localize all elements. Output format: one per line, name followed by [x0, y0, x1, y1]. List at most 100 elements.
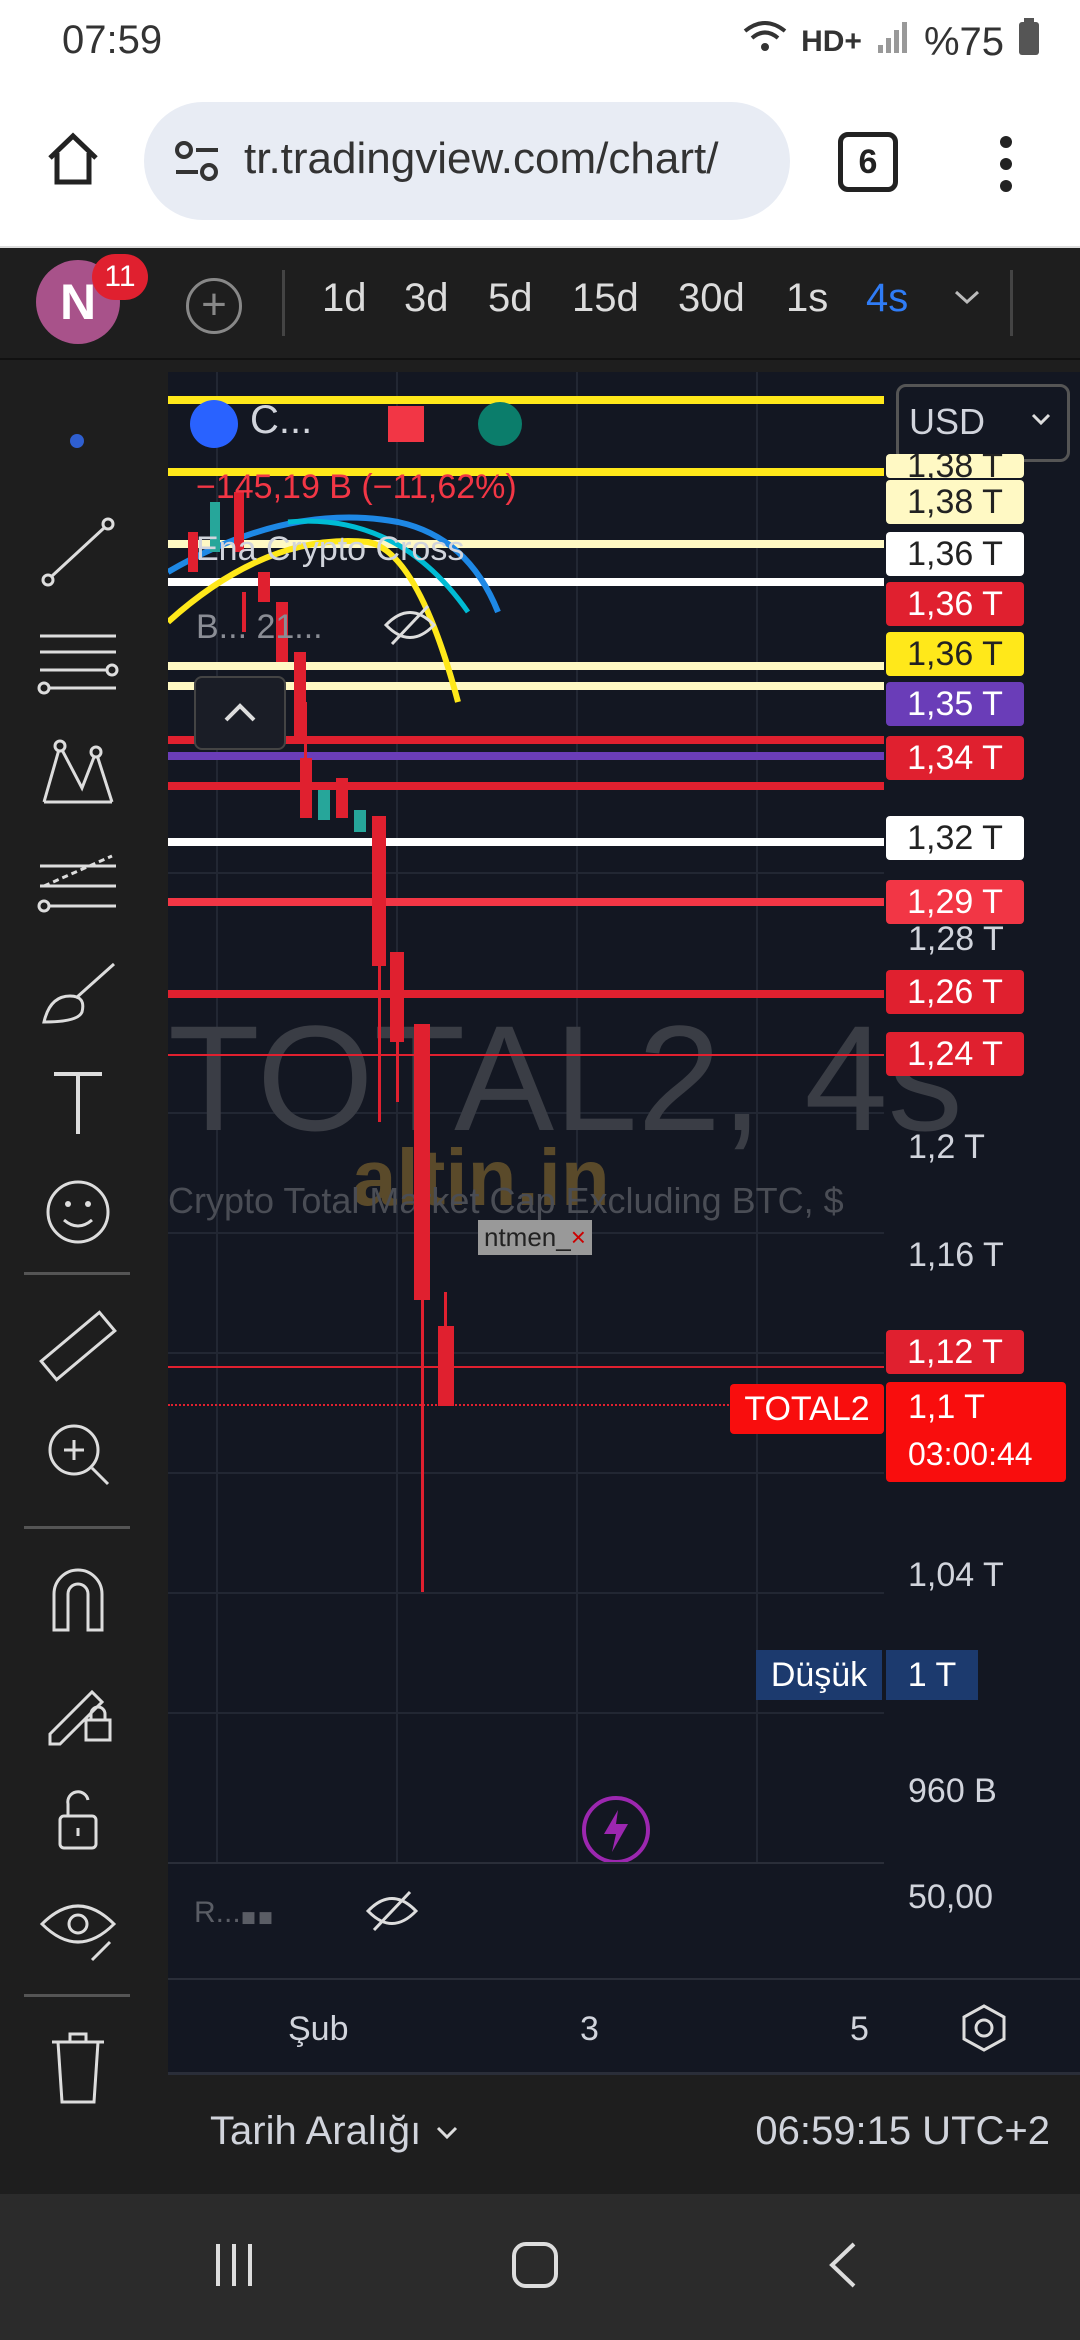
timeframe-1s[interactable]: 1s: [786, 276, 828, 321]
sidebar-divider: [24, 1526, 130, 1529]
trend-line-icon[interactable]: [30, 512, 126, 592]
text-tool-icon[interactable]: [30, 1062, 126, 1142]
level-line[interactable]: [168, 1366, 884, 1368]
price-tag: 1,26 T: [886, 970, 1024, 1014]
timeframe-4s[interactable]: 4s: [866, 276, 908, 321]
sidebar-divider: [24, 1994, 130, 1997]
pane-divider: [168, 1862, 884, 1864]
price-axis-label: 1,2 T: [908, 1128, 985, 1166]
level-line[interactable]: [168, 1054, 884, 1056]
candle: [258, 572, 270, 602]
lock-drawing-icon[interactable]: [30, 1668, 126, 1748]
status-time: 07:59: [62, 18, 163, 62]
cursor-dot-icon[interactable]: [70, 434, 84, 448]
candle: [336, 778, 348, 818]
level-line[interactable]: [168, 990, 884, 998]
indicator-name[interactable]: Ena Crypto Cross: [196, 530, 464, 569]
chart-canvas[interactable]: TOTAL2, 4s altin.in Crypto Total Market …: [168, 372, 1080, 2072]
x-axis-line: [168, 1978, 1080, 1980]
recent-apps-icon[interactable]: [210, 2240, 260, 2295]
zoom-in-icon[interactable]: [30, 1414, 126, 1494]
x-axis-label: Şub: [288, 2010, 349, 2048]
drawing-toolbar: [0, 372, 156, 2194]
unlock-icon[interactable]: [30, 1778, 126, 1858]
trash-icon[interactable]: [30, 2028, 126, 2108]
home-icon[interactable]: [46, 132, 100, 191]
candle: [300, 758, 312, 818]
date-range-button[interactable]: Tarih Aralığı: [210, 2109, 462, 2154]
emoji-icon[interactable]: [30, 1172, 126, 1252]
close-icon[interactable]: ×: [571, 1222, 586, 1252]
current-price: 1,1 T: [908, 1388, 985, 1426]
status-icons: HD+ %75: [743, 18, 1040, 66]
more-menu-icon[interactable]: [996, 134, 1016, 199]
collapse-legend-button[interactable]: [194, 676, 286, 750]
currency-label: USD: [909, 401, 986, 442]
hidden-eye-icon[interactable]: [362, 1886, 422, 1941]
candle: [372, 816, 386, 966]
lightning-icon[interactable]: [582, 1796, 650, 1864]
current-price-tag: 1,1 T 03:00:44: [886, 1382, 1066, 1482]
price-axis-label: 960 B: [908, 1772, 997, 1810]
indicator-name-2[interactable]: B... 21...: [196, 608, 323, 647]
magnet-icon[interactable]: [30, 1558, 126, 1638]
tooltip-text: ntmen_: [484, 1222, 571, 1252]
candle-wick: [421, 1292, 424, 1592]
grid-line: [168, 1712, 884, 1714]
timeframe-5d[interactable]: 5d: [488, 276, 533, 321]
price-tag: 1,29 T: [886, 880, 1024, 924]
tooltip-label: ntmen_×: [478, 1220, 592, 1255]
x-axis-label: 3: [580, 2010, 599, 2048]
chevron-down-icon: [1029, 409, 1053, 434]
candle: [354, 810, 366, 832]
forecast-tool-icon[interactable]: [30, 842, 126, 922]
address-bar[interactable]: tr.tradingview.com/chart/: [144, 102, 790, 220]
home-button-icon[interactable]: [510, 2240, 560, 2295]
candle: [438, 1326, 454, 1406]
eye-icon[interactable]: [30, 1888, 126, 1968]
ruler-icon[interactable]: [30, 1306, 126, 1386]
price-tag: 1,36 T: [886, 532, 1024, 576]
candle-wick: [378, 962, 381, 1122]
candle: [318, 790, 330, 820]
chart-settings-icon[interactable]: [956, 2000, 1012, 2061]
price-tag: 1,38 T: [886, 454, 1024, 478]
currency-select[interactable]: USD: [896, 384, 1070, 462]
lower-pane-label: R...: [194, 1896, 241, 1929]
price-change: −145,19 B (−11,62%): [196, 468, 517, 506]
tab-switcher-button[interactable]: 6: [838, 132, 898, 192]
timeframe-30d[interactable]: 30d: [678, 276, 745, 321]
timeframe-1d[interactable]: 1d: [322, 276, 367, 321]
grid-line: [168, 1472, 884, 1474]
price-tag: 1,36 T: [886, 582, 1024, 626]
network-type-label: HD+: [801, 25, 862, 58]
status-bar: 07:59 HD+ %75: [0, 0, 1080, 90]
chart-toolbar: N 11 + 1d 3d 5d 15d 30d 1s 4s: [0, 248, 1080, 360]
chart-footer: Tarih Aralığı 06:59:15 UTC+2: [168, 2072, 1080, 2187]
price-tag: 1,38 T: [886, 480, 1024, 524]
symbol-name[interactable]: C...: [250, 398, 312, 443]
back-icon[interactable]: [820, 2240, 870, 2295]
brush-icon[interactable]: [30, 952, 126, 1032]
pattern-tool-icon[interactable]: [30, 732, 126, 812]
site-settings-icon[interactable]: [174, 140, 220, 187]
candle: [390, 952, 404, 1042]
level-line[interactable]: [168, 898, 884, 906]
timeframe-3d[interactable]: 3d: [404, 276, 449, 321]
hidden-eye-icon[interactable]: [380, 600, 440, 655]
chevron-down-icon[interactable]: [952, 288, 982, 313]
price-axis-label: 1,04 T: [908, 1556, 1004, 1594]
lower-pane-value: 50,00: [908, 1878, 994, 1916]
price-tag: 1,35 T: [886, 682, 1024, 726]
add-symbol-button[interactable]: +: [186, 278, 242, 334]
price-tag: 1,24 T: [886, 1032, 1024, 1076]
timezone-clock[interactable]: 06:59:15 UTC+2: [755, 2109, 1050, 2154]
fib-retracement-icon[interactable]: [30, 622, 126, 702]
symbol-price-label: TOTAL2: [730, 1384, 884, 1434]
flag-icon[interactable]: [388, 406, 424, 442]
market-status-icon[interactable]: [478, 402, 522, 446]
sidebar-divider: [24, 1272, 130, 1275]
price-tag: 1,12 T: [886, 1330, 1024, 1374]
timeframe-15d[interactable]: 15d: [572, 276, 639, 321]
grid-line: [168, 1592, 884, 1594]
